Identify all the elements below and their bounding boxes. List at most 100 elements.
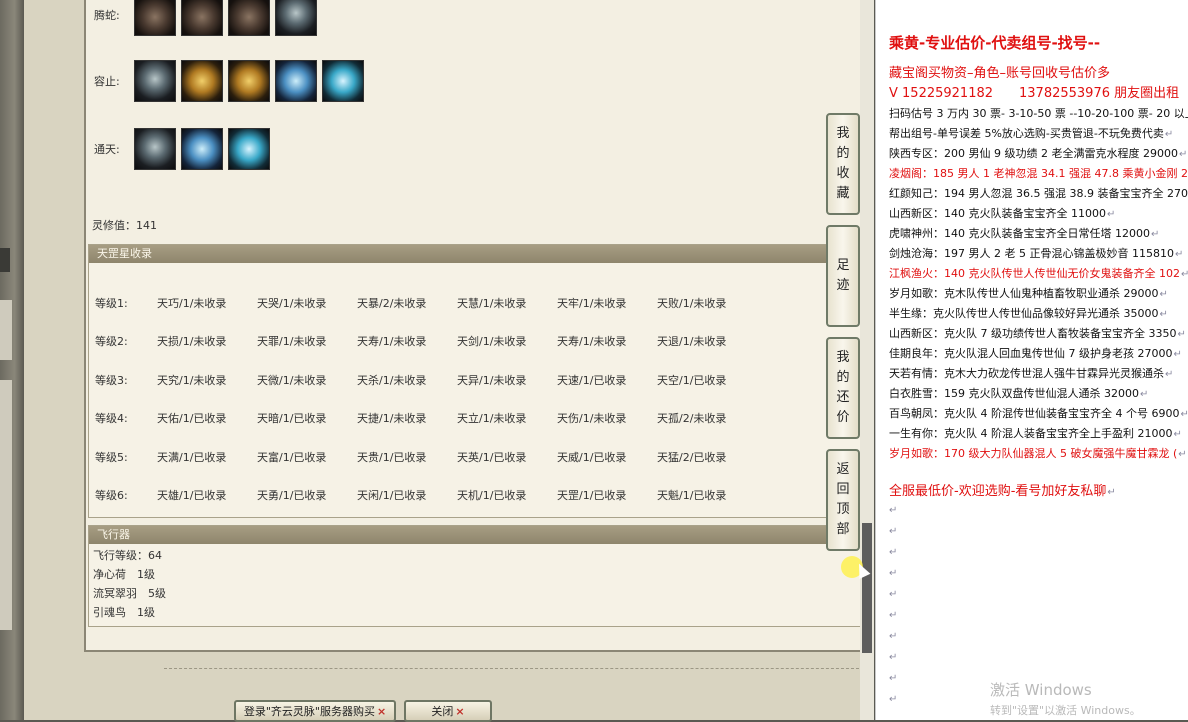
flyer-section: 飞行器 飞行等级：64 净心荷 1级 流冥翠羽 5级 引魂鸟 1级 [88,525,862,627]
my-bargain-button[interactable]: 我的还价 [826,337,860,439]
star-cell: 天满/1/已收录 [157,451,227,464]
flyer-item: 净心荷 1级 [93,568,155,581]
close-icon: × [455,705,465,718]
weapon-icon[interactable] [181,60,223,102]
paragraph-mark-icon: ↵ [1174,249,1184,260]
footprint-button[interactable]: 足迹 [826,225,860,327]
star-cell: 天杀/1/未收录 [357,374,427,387]
armor-icon[interactable] [134,60,176,102]
close-button[interactable]: 关闭 × [404,700,492,722]
left-edge-panel [0,300,12,360]
gem-icon[interactable] [275,60,317,102]
game-window: 腾蛇: 容止: 通天: 灵修值：141 天罡星收录 等级1: 天巧/1/未收录 天哭… [24,0,866,720]
my-collection-button[interactable]: 我的收藏 [826,113,860,215]
doc-listing-line: 江枫渔火：140 克火队传世人传世仙无价女鬼装备齐全 102↵ [889,265,1188,281]
paragraph-mark-icon: ↵ [889,547,898,558]
doc-contact: V 15225921182 13782553976 朋友圈出租 [889,86,1180,101]
stars-row: 等级5: 天满/1/已收录 天富/1/已收录 天贵/1/已收录 天英/1/已收录 天威/1… [89,447,757,467]
belt-icon[interactable] [228,60,270,102]
doc-listing-text: 佳期良年：克火队混人回血鬼传世仙 7 级护身老孩 27000 [889,347,1173,360]
flyer-level: 飞行等级：64 [93,549,162,562]
star-cell: 天雄/1/已收录 [157,489,227,502]
ring-icon[interactable] [181,128,223,170]
paragraph-mark-icon: ↵ [889,694,898,705]
amulet-icon[interactable] [181,0,223,36]
paragraph-mark-icon: ↵ [889,652,898,663]
doc-listing-text: 天若有情：克木大力砍龙传世混人强牛甘霖异光灵猴通杀 [889,367,1164,380]
doc-listing-text: 江枫渔火：140 克火队传世人传世仙无价女鬼装备齐全 102 [889,267,1180,280]
paragraph-mark-icon: ↵ [1177,329,1186,340]
buy-button-label: 登录"齐云灵脉"服务器购买 [243,705,375,718]
paragraph-mark-icon: ↵ [1159,309,1168,320]
amulet-icon[interactable] [228,0,270,36]
star-cell: 天败/1/未收录 [657,297,727,310]
star-cell: 天富/1/已收录 [257,451,327,464]
back-to-top-button[interactable]: 返回顶部 [826,449,860,551]
doc-listing-text: 半生缘：克火队传世人传世仙品像较好异光通杀 35000 [889,307,1159,320]
doc-listing-line: 陕西专区：200 男仙 9 级功绩 2 老全满雷克水程度 29000↵ [889,145,1187,161]
my-bargain-label: 我的还价 [836,350,850,425]
ring-icon[interactable] [275,0,317,36]
equip-row-label: 容止: [94,75,120,88]
doc-footer: 全服最低价-欢迎选购-看号加好友私聊↵ [889,484,1116,499]
crown-icon[interactable] [322,60,364,102]
role-detail-panel: 腾蛇: 容止: 通天: 灵修值：141 天罡星收录 等级1: 天巧/1/未收录 天哭… [84,0,866,652]
paragraph-mark-icon: ↵ [889,610,898,621]
star-cell: 天威/1/已收录 [557,451,627,464]
my-collection-label: 我的收藏 [836,126,850,201]
doc-listing-line: 山西新区：克火队 7 级功绩传世人畜牧装备宝宝齐全 3350↵ [889,325,1186,341]
left-edge-tab [0,248,10,272]
stars-row: 等级1: 天巧/1/未收录 天哭/1/未收录 天暴/2/未收录 天慧/1/未收录 天牢/1… [89,293,757,313]
paragraph-mark-icon: ↵ [1173,349,1182,360]
doc-listing-line: 一生有你：克火队 4 阶混人装备宝宝齐全上手盈利 21000↵ [889,425,1182,441]
doc-subtitle: 藏宝阁买物资–角色–账号回收号估价多 [889,66,1111,81]
divider [164,668,864,669]
doc-listing-line: 凌烟阁：185 男人 1 老神忽混 34.1 强混 47.8 乘黄小金刚 22↵ [889,165,1188,181]
star-cell: 天罪/1/未收录 [257,335,327,348]
star-cell: 天暗/1/已收录 [257,412,327,425]
scrollbar-thumb[interactable] [862,523,872,653]
stars-level-label: 等级2: [95,335,128,348]
paragraph-mark-icon: ↵ [889,589,898,600]
stars-section-header: 天罡星收录 [89,245,861,263]
star-cell: 天究/1/未收录 [157,374,227,387]
equip-row-label: 腾蛇: [94,9,120,22]
stars-row: 等级2: 天损/1/未收录 天罪/1/未收录 天寿/1/未收录 天剑/1/未收录 天寿/1… [89,331,757,351]
necklace-icon[interactable] [134,128,176,170]
paragraph-mark-icon: ↵ [1178,149,1188,160]
flyer-item: 流冥翠羽 5级 [93,587,166,600]
doc-listing-text: 岁月如歌：170 级大力队仙器混人 5 破女魔强牛魔甘霖龙 ( [889,447,1178,460]
equip-row-rongzhi: 容止: [86,60,369,102]
doc-listing-text: 百鸟朝凤：克火队 4 阶混传世仙装备宝宝齐全 4 个号 6900 [889,407,1180,420]
doc-listing-text: 山西新区：140 克火队装备宝宝齐全 11000 [889,207,1106,220]
doc-listing-text: 山西新区：克火队 7 级功绩传世人畜牧装备宝宝齐全 3350 [889,327,1177,340]
doc-listing-text: 帮出组号-单号误差 5%放心选购-买贵管退-不玩免费代卖 [889,127,1164,140]
star-cell: 天剑/1/未收录 [457,335,527,348]
star-cell: 天立/1/未收录 [457,412,527,425]
ring-icon[interactable] [134,0,176,36]
doc-listing-text: 一生有你：克火队 4 阶混人装备宝宝齐全上手盈利 21000 [889,427,1173,440]
page-scrollbar[interactable] [860,0,874,720]
close-button-label: 关闭 [431,705,454,718]
doc-listing-line: 剑烛沧海：197 男人 2 老 5 正骨混心锦盖极妙音 115810↵ [889,245,1183,261]
star-cell: 天罡/1/已收录 [557,489,627,502]
doc-listing-line: 岁月如歌：170 级大力队仙器混人 5 破女魔强牛魔甘霖龙 (↵ [889,445,1187,461]
equip-row-label: 通天: [94,143,120,156]
windows-activation-watermark: 激活 Windows 转到"设置"以激活 Windows。 [990,679,1141,718]
buy-on-server-button[interactable]: 登录"齐云灵脉"服务器购买 × [234,700,396,722]
charm-icon[interactable] [228,128,270,170]
doc-listing-text: 白衣胜雪：159 克火队双盘传世仙混人通杀 32000 [889,387,1139,400]
doc-listing-text: 岁月如歌：克木队传世人仙鬼种植畜牧职业通杀 29000 [889,287,1159,300]
star-cell: 天异/1/未收录 [457,374,527,387]
doc-listing-line: 天若有情：克木大力砍龙传世混人强牛甘霖异光灵猴通杀↵ [889,365,1173,381]
star-cell: 天机/1/已收录 [457,489,527,502]
stars-level-label: 等级3: [95,374,128,387]
paragraph-mark-icon: ↵ [1165,369,1174,380]
document-window[interactable]: 乘黄-专业估价-代卖组号-找号-- 藏宝阁买物资–角色–账号回收号估价多 V 1… [875,0,1188,720]
paragraph-mark-icon: ↵ [1173,429,1182,440]
star-cell: 天伤/1/未收录 [557,412,627,425]
doc-listing-line: 虎啸神州：140 克火队装备宝宝齐全日常任塔 12000↵ [889,225,1159,241]
star-cell: 天佑/1/已收录 [157,412,227,425]
doc-listing-text: 剑烛沧海：197 男人 2 老 5 正骨混心锦盖极妙音 115810 [889,247,1174,260]
doc-listing-text: 凌烟阁：185 男人 1 老神忽混 34.1 强混 47.8 乘黄小金刚 22 [889,167,1188,180]
